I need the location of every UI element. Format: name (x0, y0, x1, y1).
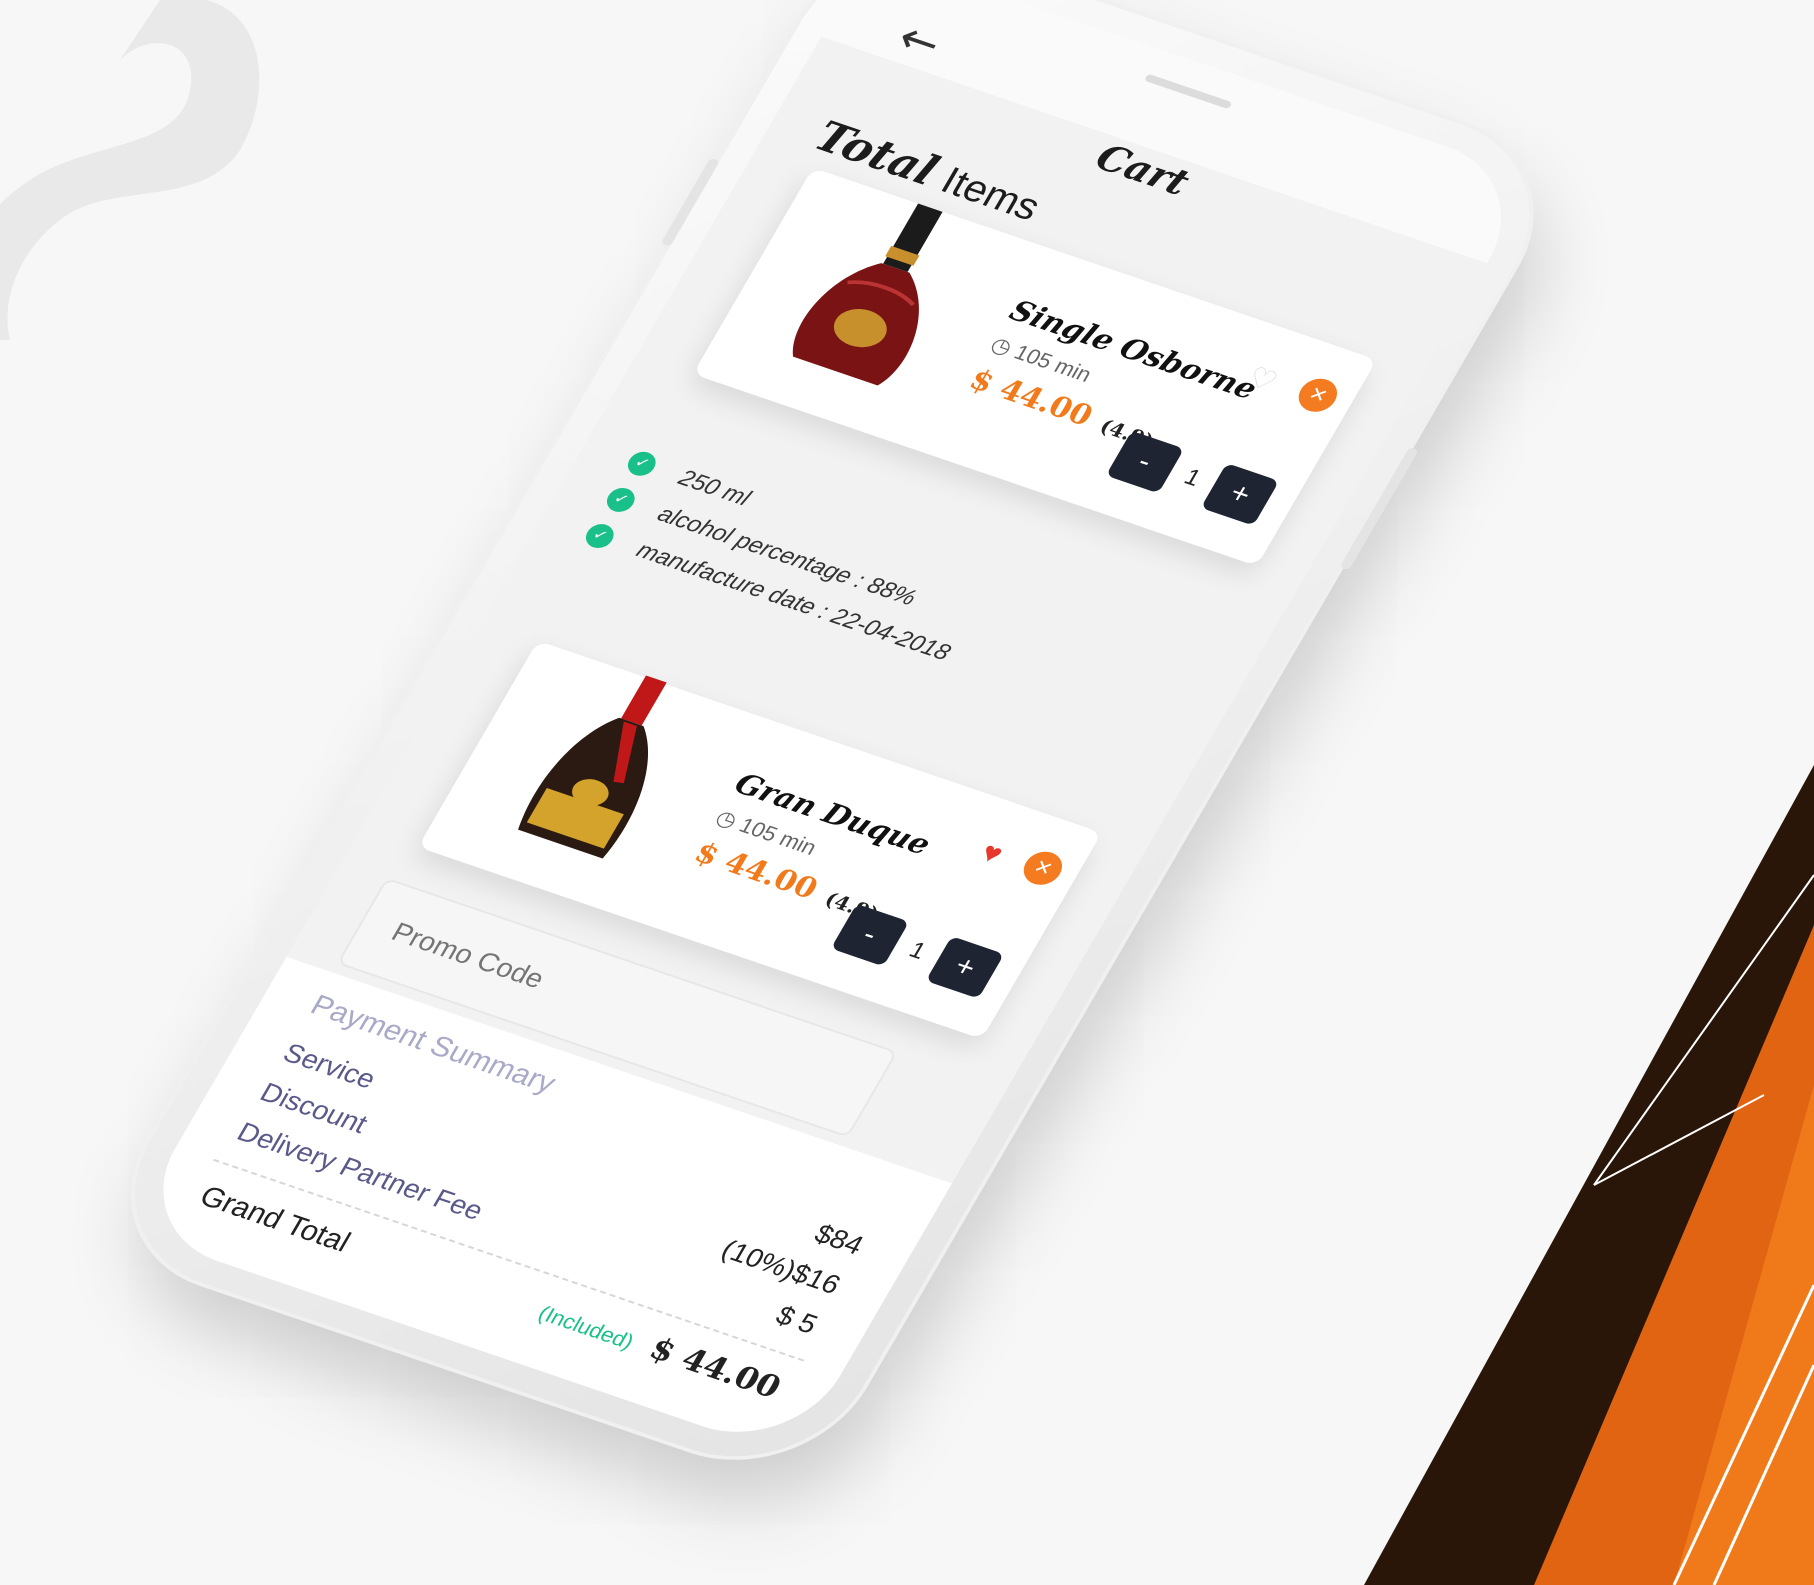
check-circle-icon: ✓ (581, 520, 619, 552)
summary-value: $ 5 (770, 1300, 823, 1340)
grand-total-value: $ 44.00 (643, 1330, 788, 1406)
quantity-value: 1 (1179, 464, 1206, 492)
summary-row: Discount (10%)$16 (255, 1077, 846, 1300)
feature-text: 250 ml (673, 464, 756, 512)
heart-icon[interactable]: ♥ (975, 836, 1008, 871)
phone-device: ← Cart Total Items Grilled Bar Single Os… (90, 0, 1575, 1488)
product-name: Gran Duque (728, 767, 937, 863)
check-circle-icon: ✓ (623, 448, 661, 480)
grand-total-label: Grand Total (194, 1180, 356, 1259)
phone-mockup: ← Cart Total Items Grilled Bar Single Os… (0, 0, 1814, 1585)
increase-quantity-button[interactable]: + (925, 936, 1005, 999)
increase-quantity-button[interactable]: + (1200, 463, 1280, 526)
remove-item-button[interactable]: ✕ (1016, 847, 1069, 890)
remove-item-button[interactable]: ✕ (1291, 374, 1344, 417)
check-circle-icon: ✓ (602, 484, 640, 516)
summary-value: $84 (809, 1218, 869, 1261)
quantity-stepper: - 1 + (1105, 430, 1280, 526)
quantity-stepper: - 1 + (830, 903, 1005, 999)
feature-item: ✓ alcohol percentage : 88% (602, 484, 1142, 687)
grand-total-note: (Included) (533, 1300, 639, 1354)
app-screen: ← Cart Total Items Grilled Bar Single Os… (127, 0, 1537, 1457)
quantity-value: 1 (904, 937, 931, 965)
